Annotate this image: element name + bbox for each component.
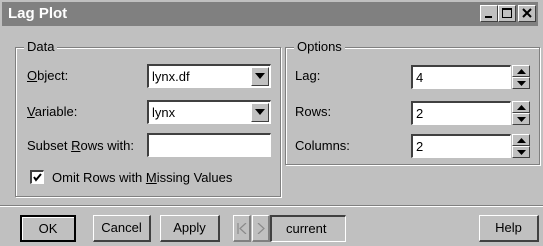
- arrow-up-icon: [517, 138, 526, 143]
- lag-spinner[interactable]: [512, 65, 530, 89]
- close-icon[interactable]: [518, 5, 536, 22]
- lag-plot-dialog: Lag Plot Data Object: lynx.df Variable: …: [0, 0, 543, 246]
- options-group-legend: Options: [294, 39, 345, 54]
- omit-missing-checkbox[interactable]: [30, 170, 44, 184]
- columns-up-button[interactable]: [512, 134, 530, 146]
- current-indicator[interactable]: current: [270, 215, 346, 242]
- first-arrow-icon: [237, 223, 247, 234]
- columns-spinner[interactable]: [512, 134, 530, 158]
- lag-down-button[interactable]: [512, 77, 530, 89]
- arrow-up-icon: [517, 69, 526, 74]
- rows-label: Rows:: [295, 104, 332, 119]
- object-select[interactable]: lynx.df: [147, 64, 271, 88]
- variable-label: Variable:: [27, 104, 78, 119]
- lag-input[interactable]: 4: [411, 65, 511, 89]
- object-select-value: lynx.df: [152, 69, 190, 84]
- object-label: Object:: [27, 68, 69, 83]
- variable-select[interactable]: lynx: [147, 100, 271, 124]
- arrow-down-icon: [517, 117, 526, 122]
- rows-down-button[interactable]: [512, 113, 530, 125]
- window-title: Lag Plot: [8, 5, 68, 22]
- lag-up-button[interactable]: [512, 65, 530, 77]
- arrow-up-icon: [517, 105, 526, 110]
- next-button[interactable]: [252, 215, 270, 242]
- cancel-button[interactable]: Cancel: [93, 215, 151, 242]
- subset-rows-input[interactable]: [147, 133, 271, 157]
- ok-button[interactable]: OK: [20, 215, 76, 242]
- chevron-down-icon: [255, 73, 265, 79]
- columns-input[interactable]: 2: [411, 134, 511, 158]
- variable-dropdown-button[interactable]: [251, 103, 269, 122]
- previous-button[interactable]: [233, 215, 251, 242]
- lag-label: Lag:: [295, 68, 321, 83]
- rows-input[interactable]: 2: [411, 101, 511, 125]
- object-dropdown-button[interactable]: [251, 67, 269, 86]
- columns-down-button[interactable]: [512, 146, 530, 158]
- arrow-down-icon: [517, 81, 526, 86]
- data-group-legend: Data: [24, 39, 58, 54]
- chevron-down-icon: [255, 109, 265, 115]
- minimize-icon[interactable]: [480, 5, 498, 22]
- help-button[interactable]: Help: [479, 215, 539, 242]
- button-row-separator-highlight: [0, 206, 543, 207]
- rows-spinner[interactable]: [512, 101, 530, 125]
- variable-select-value: lynx: [152, 105, 176, 120]
- apply-button[interactable]: Apply: [160, 215, 220, 242]
- arrow-down-icon: [517, 150, 526, 155]
- title-bar[interactable]: Lag Plot: [2, 2, 538, 26]
- subset-rows-label: Subset Rows with:: [27, 138, 134, 153]
- columns-label: Columns:: [295, 138, 350, 153]
- check-icon: [33, 173, 42, 182]
- omit-missing-label[interactable]: Omit Rows with Missing Values: [52, 170, 232, 185]
- maximize-icon[interactable]: [498, 5, 516, 22]
- rows-up-button[interactable]: [512, 101, 530, 113]
- next-arrow-icon: [257, 223, 265, 234]
